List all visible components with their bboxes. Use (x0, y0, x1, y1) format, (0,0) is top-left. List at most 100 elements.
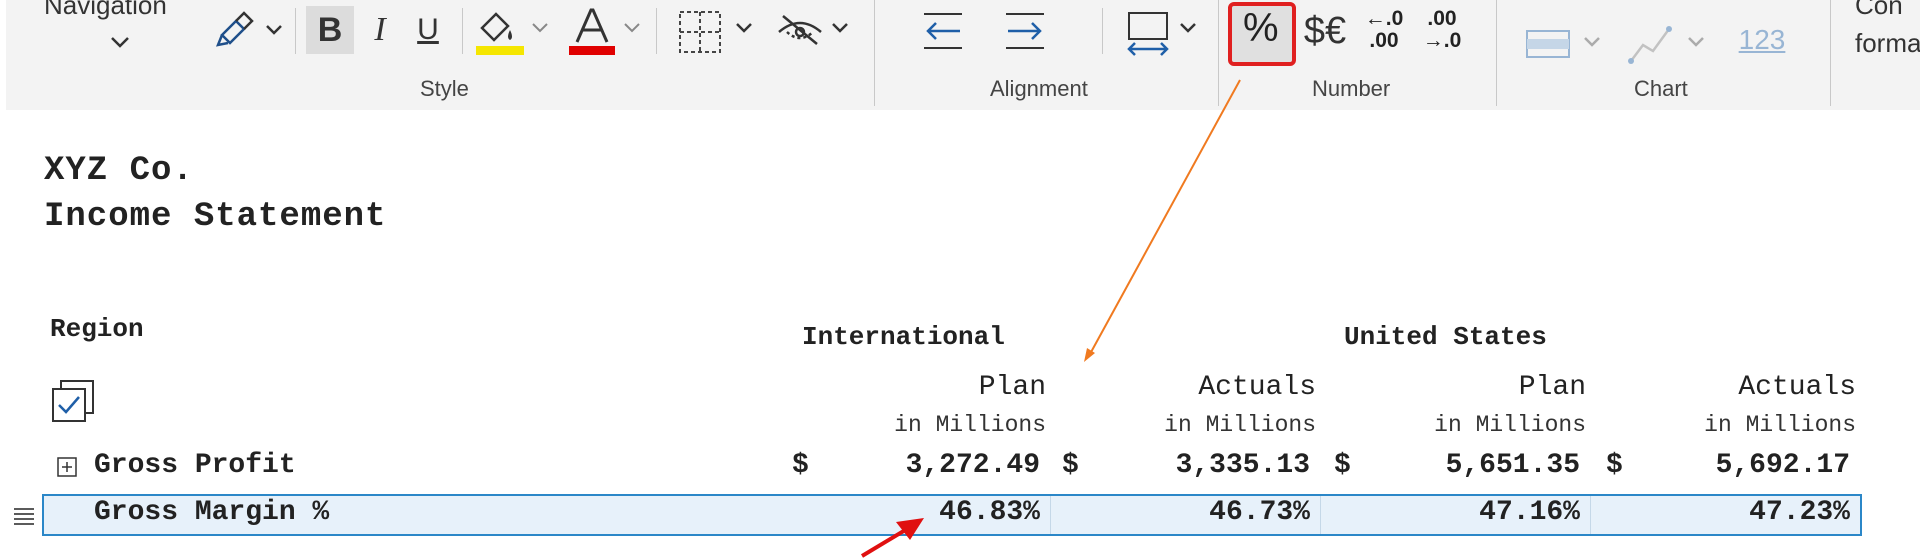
orange-callout-arrow (1084, 79, 1241, 362)
col-header-label: Actuals (1198, 372, 1316, 403)
conditional-formatting-label-line1[interactable]: Con (1855, 0, 1903, 21)
col-header-unit: in Millions (894, 412, 1046, 438)
table-cell[interactable]: 47.23% (1660, 497, 1850, 528)
table-cell[interactable]: 3,272.49 (850, 450, 1040, 481)
paint-bucket-icon (476, 12, 524, 55)
sparkline-dropdown[interactable] (1684, 32, 1708, 52)
format-painter-dropdown[interactable] (262, 20, 286, 40)
col-header-unit: in Millions (1164, 412, 1316, 438)
group-separator (1496, 0, 1497, 106)
divider (295, 8, 296, 54)
paintbrush-icon (215, 11, 254, 47)
currency-symbol: $ (1334, 450, 1351, 481)
column-width-button[interactable] (1124, 8, 1172, 58)
number-format-button[interactable]: 123 (1734, 22, 1790, 58)
table-cell[interactable]: 5,692.17 (1660, 450, 1850, 481)
region-united-states: United States (1344, 322, 1547, 352)
sparkline-button[interactable] (1626, 22, 1674, 66)
col-header-unit: in Millions (1434, 412, 1586, 438)
group-label-style: Style (420, 76, 469, 101)
chart-type-dropdown[interactable] (1580, 32, 1604, 52)
increase-decimal-bottom: →.0 (1422, 29, 1462, 52)
table-cell[interactable]: 47.16% (1390, 497, 1580, 528)
chart-type-button[interactable] (1524, 26, 1572, 62)
table-cell[interactable]: 46.73% (1120, 497, 1310, 528)
decrease-decimal-bottom: .00 (1369, 29, 1399, 52)
font-color-dropdown[interactable] (620, 18, 644, 38)
chevron-down-icon (736, 23, 752, 33)
column-width-icon (1127, 12, 1169, 56)
eye-slash-icon (778, 15, 822, 45)
group-label-alignment: Alignment (990, 76, 1088, 101)
cell-divider (1320, 496, 1321, 534)
font-color-button[interactable] (566, 6, 618, 56)
group-separator (1830, 0, 1831, 106)
navigation-dropdown[interactable] (106, 30, 134, 54)
divider (462, 8, 463, 54)
currency-format-button[interactable]: $€ (1300, 6, 1350, 56)
group-label-chart: Chart (1634, 76, 1688, 101)
col-header-label: Actuals (1738, 372, 1856, 403)
checkbox-stack-icon (52, 380, 94, 422)
region-label: Region (50, 314, 144, 344)
bold-button[interactable]: B (306, 6, 354, 54)
select-all-checkbox[interactable] (50, 378, 98, 426)
increase-decimal-button[interactable]: .00 →.0 (1418, 8, 1466, 58)
col-header-label: Plan (978, 372, 1046, 403)
fill-color-button[interactable] (472, 6, 528, 56)
currency-symbol: $ (1606, 450, 1623, 481)
navigation-label: Navigation (44, 0, 167, 20)
statement-title: Income Statement (44, 198, 387, 236)
table-cell[interactable]: 46.83% (850, 497, 1040, 528)
row-label-gross-profit: Gross Profit (94, 450, 296, 481)
table-cell[interactable]: 5,651.35 (1390, 450, 1580, 481)
decrease-decimal-button[interactable]: ←.0 .00 (1360, 8, 1408, 58)
hide-dropdown[interactable] (828, 18, 852, 38)
decrease-decimal-top: ←.0 (1364, 7, 1404, 30)
divider (1102, 8, 1103, 54)
fill-color-dropdown[interactable] (528, 18, 552, 38)
chevron-down-icon (532, 23, 548, 33)
expand-row-button[interactable] (56, 456, 78, 478)
italic-button[interactable]: I (360, 6, 400, 54)
bar-chart-icon (1526, 30, 1570, 58)
chevron-down-icon (111, 37, 129, 48)
currency-symbol: $ (1062, 450, 1079, 481)
borders-icon (679, 11, 721, 53)
chevron-down-icon (624, 23, 640, 33)
chevron-down-icon (832, 23, 848, 33)
divider (656, 8, 657, 54)
format-painter-button[interactable] (212, 8, 260, 54)
conditional-formatting-label-line2[interactable]: forma (1855, 28, 1920, 59)
chevron-down-icon (1180, 23, 1196, 33)
borders-button[interactable] (676, 8, 724, 56)
row-drag-handle[interactable] (10, 502, 38, 530)
cell-divider (1590, 496, 1591, 534)
currency-symbol: $ (792, 450, 809, 481)
col-header-label: Plan (1518, 372, 1586, 403)
row-label-gross-margin: Gross Margin % (94, 497, 330, 528)
chevron-down-icon (266, 25, 282, 35)
underline-button[interactable]: U (408, 6, 448, 54)
cell-divider (1050, 496, 1051, 534)
group-separator (874, 0, 875, 106)
chevron-down-icon (1688, 37, 1704, 47)
company-title: XYZ Co. (44, 152, 194, 190)
hide-button[interactable] (774, 10, 826, 50)
column-width-dropdown[interactable] (1176, 18, 1200, 38)
borders-dropdown[interactable] (732, 18, 756, 38)
group-label-number: Number (1312, 76, 1391, 101)
line-chart-icon (1628, 26, 1672, 64)
table-cell[interactable]: 3,335.13 (1120, 450, 1310, 481)
increase-indent-button[interactable] (1000, 8, 1050, 54)
group-separator (1218, 0, 1219, 106)
decrease-indent-icon (924, 13, 962, 49)
chevron-down-icon (1584, 37, 1600, 47)
font-color-icon (569, 8, 615, 55)
increase-decimal-top: .00 (1427, 7, 1457, 30)
col-header-unit: in Millions (1704, 412, 1856, 438)
decrease-indent-button[interactable] (918, 8, 968, 54)
plus-box-icon (57, 457, 77, 477)
percent-format-button[interactable]: % (1243, 6, 1279, 51)
region-international: International (802, 322, 1005, 352)
